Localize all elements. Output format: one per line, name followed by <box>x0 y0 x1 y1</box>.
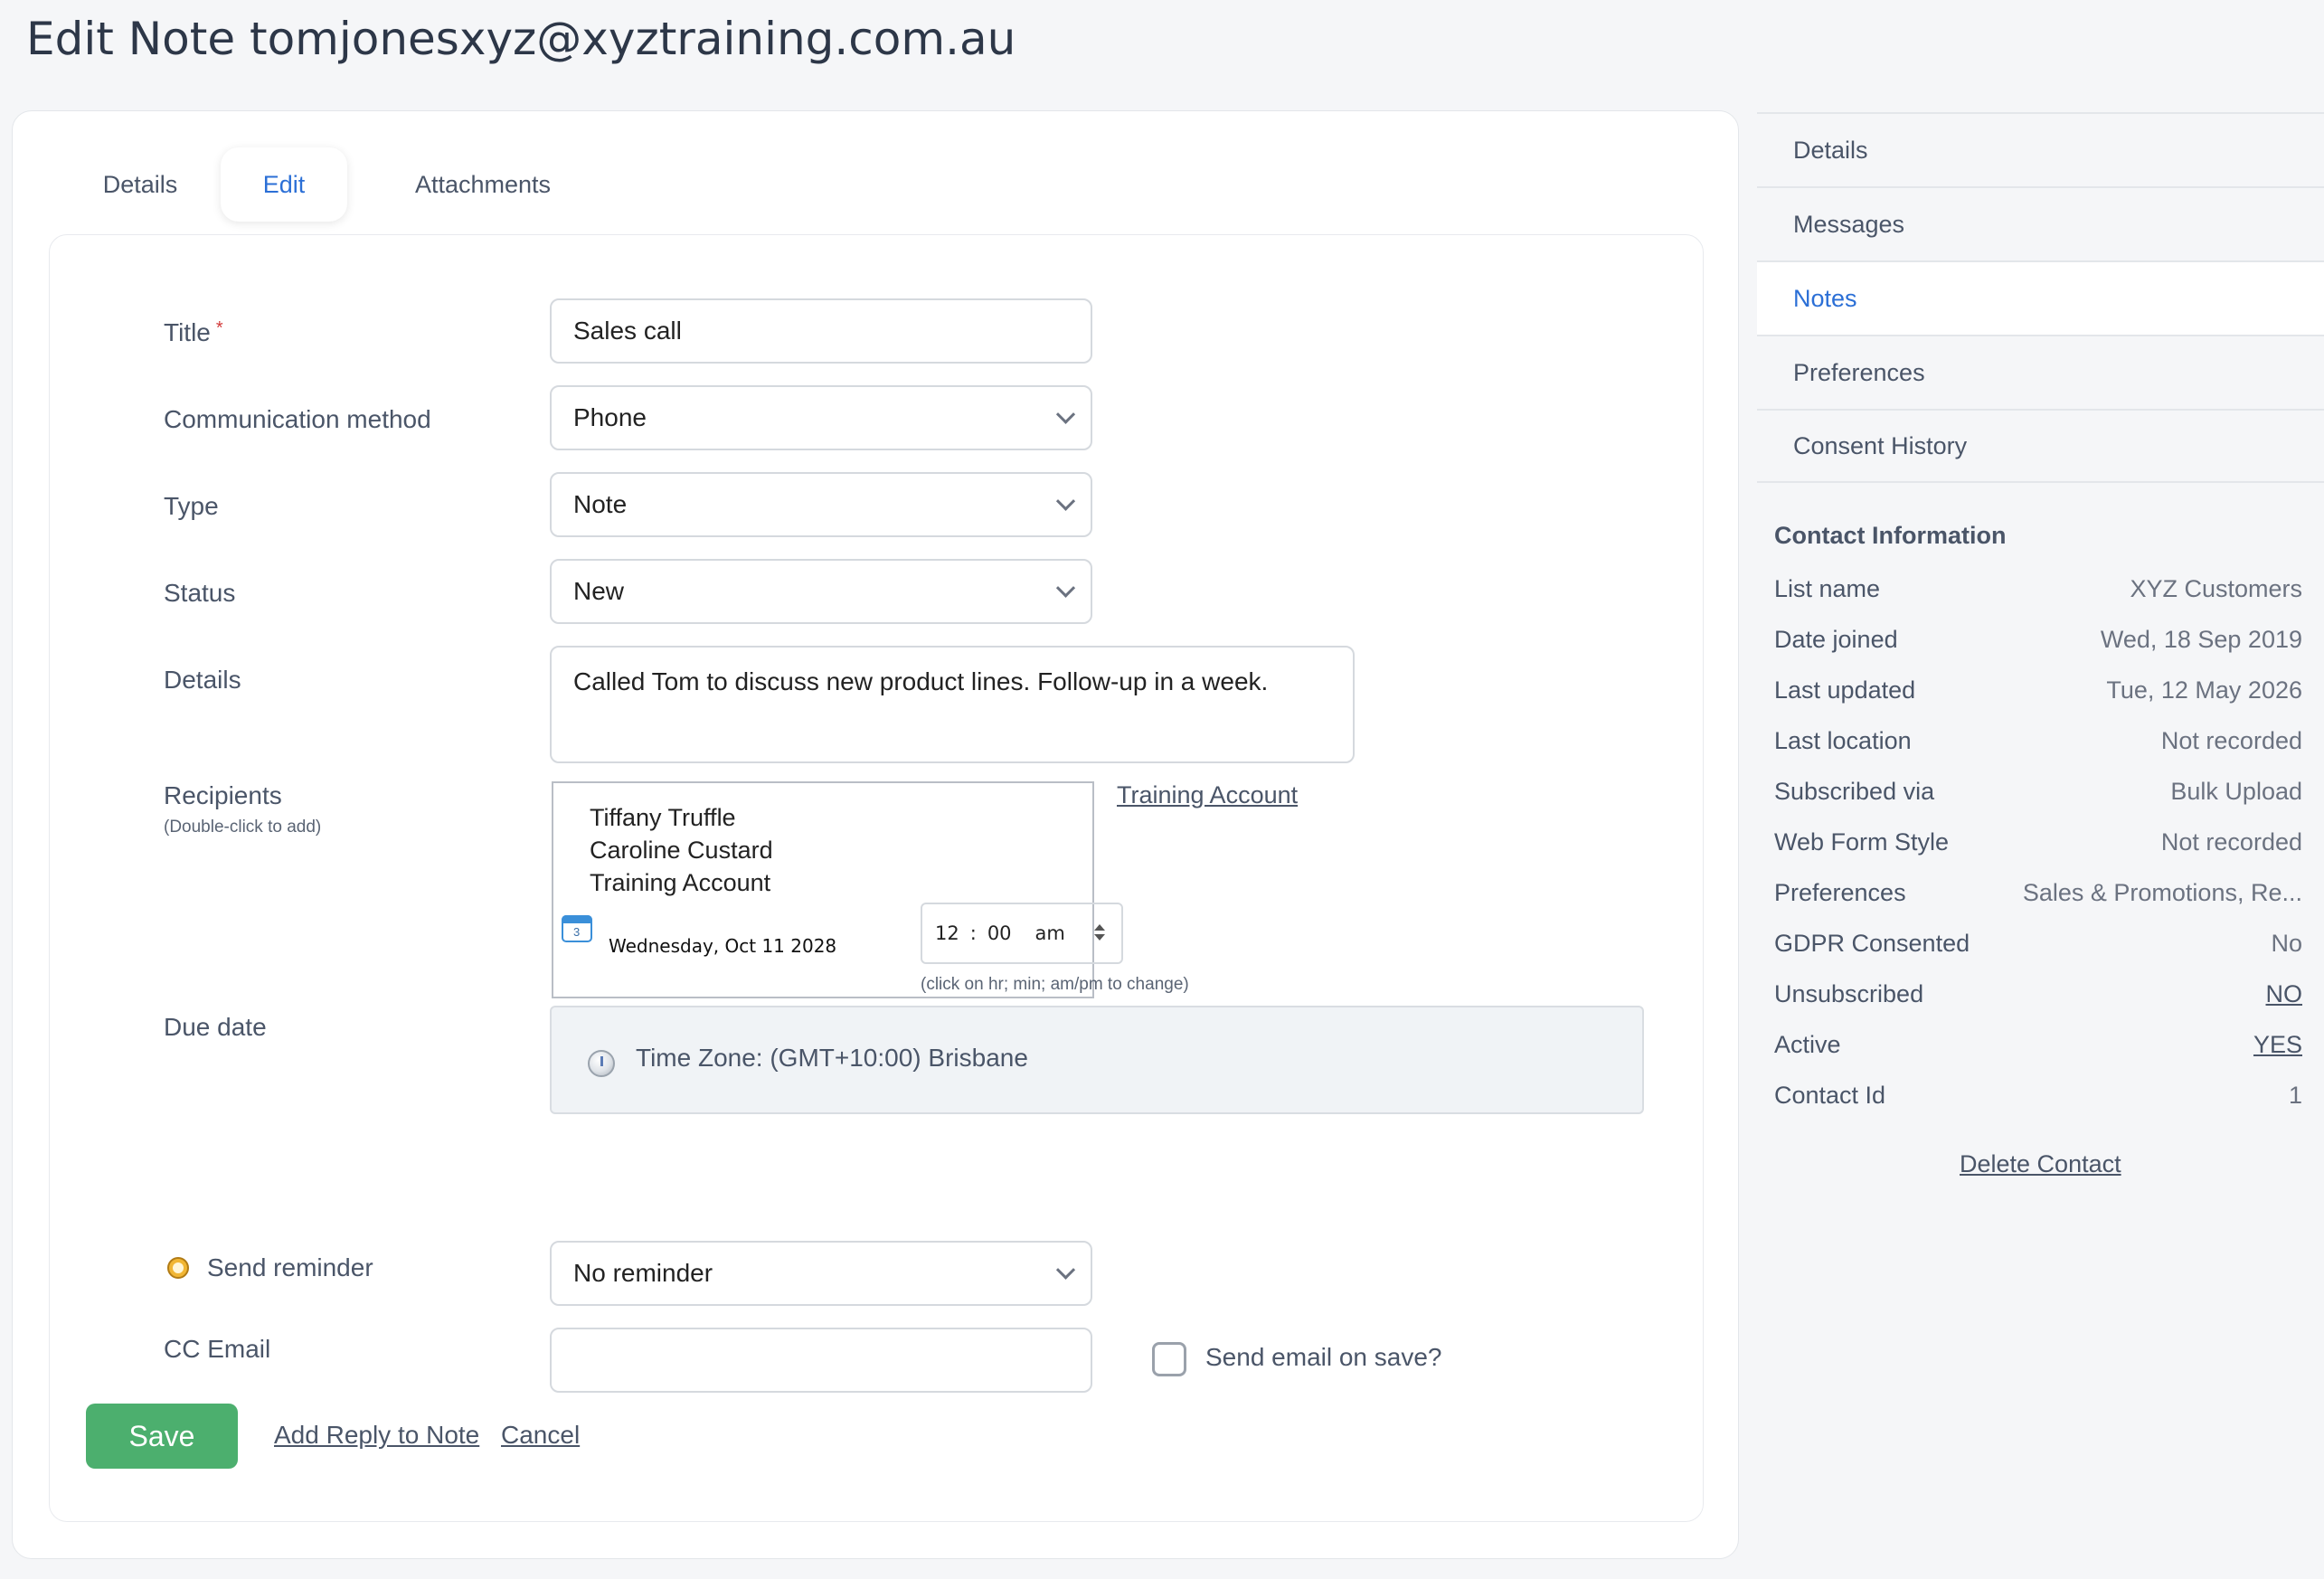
clock-icon <box>588 1050 615 1077</box>
recipient-item[interactable]: Training Account <box>590 866 1056 899</box>
title-label: Title * <box>164 318 223 346</box>
communication-method-label: Communication method <box>164 405 431 433</box>
details-label: Details <box>164 666 241 694</box>
recipients-hint: (Double-click to add) <box>164 818 322 837</box>
contact-info-key: Contact Id <box>1774 1082 1886 1109</box>
contact-info-value: Wed, 18 Sep 2019 <box>2100 626 2302 653</box>
tab-attachments[interactable]: Attachments <box>347 147 619 222</box>
recipients-listbox[interactable]: Tiffany Truffle Caroline Custard Trainin… <box>552 781 1094 998</box>
due-date-label: Due date <box>164 1013 267 1041</box>
time-hint: (click on hr; min; am/pm to change) <box>921 975 1189 994</box>
side-nav-consent-history[interactable]: Consent History <box>1757 409 2324 483</box>
contact-info-key: Web Form Style <box>1774 828 1950 856</box>
tab-details[interactable]: Details <box>60 147 221 222</box>
active-link[interactable]: YES <box>2253 1031 2302 1059</box>
contact-info-row: Last updated Tue, 12 May 2026 <box>1774 676 2302 713</box>
type-label: Type <box>164 492 219 520</box>
cancel-link[interactable]: Cancel <box>501 1421 580 1450</box>
contact-info-key: Unsubscribed <box>1774 980 1924 1007</box>
contact-info-row: Preferences Sales & Promotions, Re... <box>1774 879 2302 915</box>
required-mark: * <box>215 318 223 338</box>
title-input[interactable]: Sales call <box>550 298 1092 364</box>
status-value: New <box>573 577 625 605</box>
cc-email-label: CC Email <box>164 1335 271 1363</box>
time-ampm[interactable]: am <box>1035 922 1065 944</box>
timezone-panel: Time Zone: (GMT+10:00) Brisbane <box>550 1006 1644 1114</box>
details-textarea[interactable]: Called Tom to discuss new product lines.… <box>550 646 1355 763</box>
chevron-down-icon <box>1055 578 1076 598</box>
recipient-item[interactable]: Caroline Custard <box>590 834 1056 866</box>
page-title: Edit Note tomjonesxyz@xyztraining.com.au <box>26 13 1016 65</box>
main-card: Details Edit Attachments Title * Sales ca… <box>12 110 1739 1559</box>
send-reminder-label: Send reminder <box>207 1253 373 1281</box>
delete-contact-link[interactable]: Delete Contact <box>1960 1150 2121 1178</box>
contact-info-key: Active <box>1774 1031 1841 1058</box>
contact-info-key: Last updated <box>1774 676 1916 704</box>
recipient-item[interactable]: Tiffany Truffle <box>590 801 1056 834</box>
contact-info-key: Preferences <box>1774 879 1906 906</box>
time-minute[interactable]: 00 <box>987 922 1012 944</box>
contact-info-row: List name XYZ Customers <box>1774 575 2302 611</box>
cc-email-input[interactable] <box>550 1328 1092 1393</box>
recipients-label: Recipients <box>164 781 282 809</box>
contact-info-value: Bulk Upload <box>2170 778 2302 805</box>
chevron-down-icon <box>1055 404 1076 424</box>
due-date-value[interactable]: Wednesday, Oct 11 2028 <box>609 935 836 957</box>
contact-info-value: Not recorded <box>2160 828 2302 856</box>
tab-edit[interactable]: Edit <box>221 147 347 222</box>
contact-info-title: Contact Information <box>1774 522 2007 549</box>
side-nav-messages[interactable]: Messages <box>1757 186 2324 260</box>
contact-info-value: Not recorded <box>2160 727 2302 754</box>
spinner-down-icon[interactable] <box>1094 934 1105 941</box>
calendar-icon[interactable]: 3 <box>562 915 592 942</box>
status-label: Status <box>164 579 236 607</box>
type-value: Note <box>573 490 628 518</box>
contact-info-value: Sales & Promotions, Re... <box>2022 879 2302 906</box>
add-reply-link[interactable]: Add Reply to Note <box>274 1421 479 1450</box>
reminder-value: No reminder <box>573 1259 713 1287</box>
side-nav-details[interactable]: Details <box>1757 112 2324 186</box>
save-button[interactable]: Save <box>86 1404 238 1469</box>
contact-info-row: Last location Not recorded <box>1774 727 2302 763</box>
contact-info-key: GDPR Consented <box>1774 930 1970 957</box>
contact-info-value: Tue, 12 May 2026 <box>2106 676 2302 704</box>
contact-info-row: Contact Id 1 <box>1774 1082 2302 1118</box>
contact-info-key: Last location <box>1774 727 1912 754</box>
contact-info-row: GDPR Consented No <box>1774 930 2302 966</box>
contact-info-value: XYZ Customers <box>2130 575 2302 602</box>
tab-bar: Details Edit Attachments <box>60 147 619 222</box>
contact-info-row: Unsubscribed NO <box>1774 980 2302 1016</box>
chevron-down-icon <box>1055 491 1076 511</box>
unsubscribed-link[interactable]: NO <box>2266 980 2303 1008</box>
alarm-clock-icon <box>165 1253 191 1281</box>
contact-info-key: Date joined <box>1774 626 1898 653</box>
status-select[interactable]: New <box>550 559 1092 624</box>
edit-form: Title * Sales call Communication method P… <box>49 234 1704 1522</box>
time-picker[interactable]: 12 : 00 am <box>921 903 1123 964</box>
reminder-select[interactable]: No reminder <box>550 1241 1092 1306</box>
type-select[interactable]: Note <box>550 472 1092 537</box>
contact-info-row: Date joined Wed, 18 Sep 2019 <box>1774 626 2302 662</box>
communication-method-value: Phone <box>573 403 647 431</box>
spinner-up-icon[interactable] <box>1094 924 1105 931</box>
contact-info-row: Web Form Style Not recorded <box>1774 828 2302 865</box>
side-nav-notes[interactable]: Notes <box>1757 260 2324 335</box>
contact-info-key: List name <box>1774 575 1881 602</box>
recipient-training-account-link[interactable]: Training Account <box>1117 781 1298 809</box>
chevron-down-icon <box>1055 1260 1076 1280</box>
timezone-text: Time Zone: (GMT+10:00) Brisbane <box>636 1044 1028 1072</box>
send-email-label[interactable]: Send email on save? <box>1205 1343 1442 1372</box>
time-separator: : <box>969 922 977 944</box>
side-nav: Details Messages Notes Preferences Conse… <box>1757 112 2324 483</box>
contact-info-key: Subscribed via <box>1774 778 1935 805</box>
send-email-checkbox[interactable] <box>1152 1342 1186 1376</box>
time-hour[interactable]: 12 <box>935 922 959 944</box>
contact-info-value: No <box>2271 930 2302 957</box>
contact-info-value: 1 <box>2288 1082 2302 1109</box>
contact-info-row: Active YES <box>1774 1031 2302 1067</box>
contact-info-row: Subscribed via Bulk Upload <box>1774 778 2302 814</box>
side-nav-preferences[interactable]: Preferences <box>1757 335 2324 409</box>
communication-method-select[interactable]: Phone <box>550 385 1092 450</box>
